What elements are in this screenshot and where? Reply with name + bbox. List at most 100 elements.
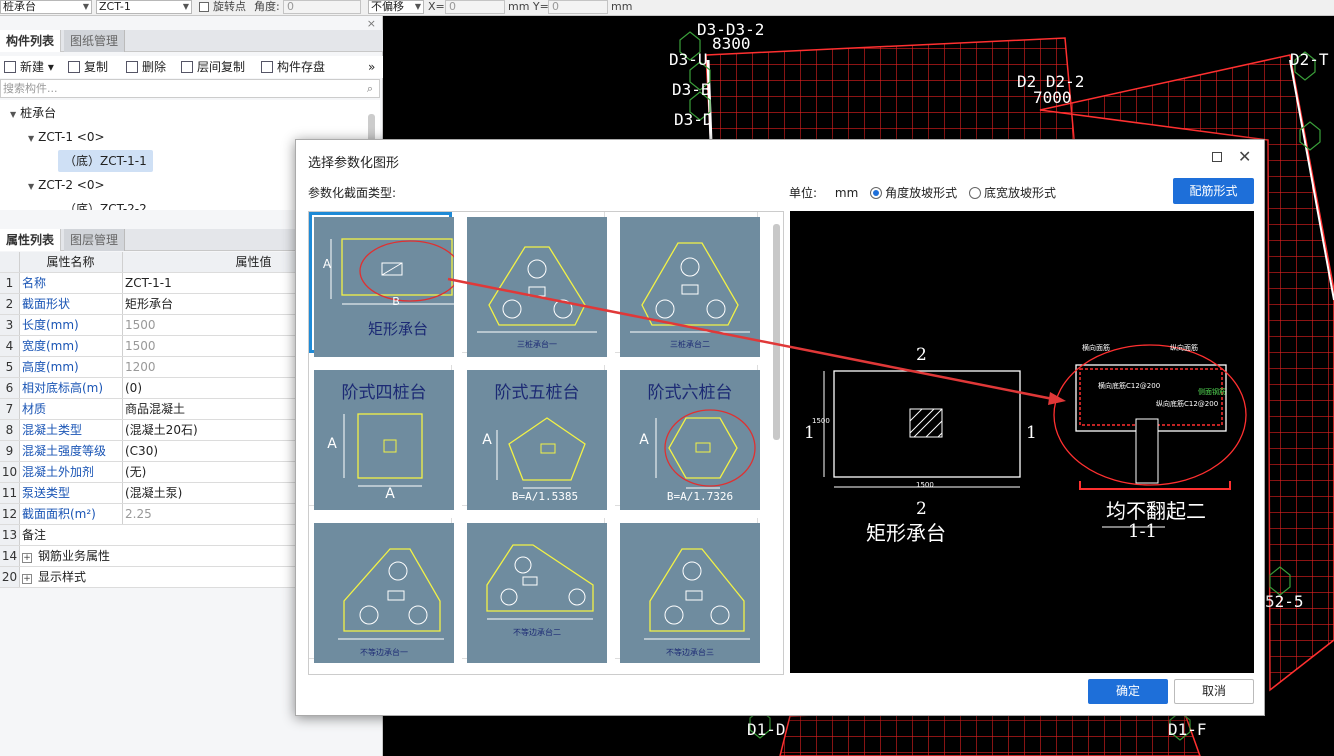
close-icon[interactable]: × xyxy=(367,17,376,30)
radio-angle-slope[interactable] xyxy=(870,187,883,199)
shape-caption: A xyxy=(385,486,395,502)
mm-label: mm xyxy=(611,0,633,13)
unit-area: 单位: mm 角度放坡形式 底宽放坡形式 xyxy=(789,184,1056,201)
angle-label: 角度: xyxy=(254,0,280,13)
close-icon[interactable]: ✕ xyxy=(1238,147,1251,166)
property-row-number: 1 xyxy=(0,273,20,293)
expand-plus-icon[interactable]: + xyxy=(22,574,32,584)
cad-label-d2t: D2-T xyxy=(1290,50,1329,69)
shape-caption: 矩形承台 xyxy=(367,320,428,338)
component-tabs: 构件列表 图纸管理 xyxy=(0,30,383,52)
cad-label-d3b: D3-B xyxy=(672,80,711,99)
copy-icon xyxy=(68,61,80,73)
cad-label-7000: 7000 xyxy=(1033,88,1072,107)
shape-caption: B=A/1.5385 xyxy=(511,490,579,503)
component-select[interactable]: ZCT-1 ▼ xyxy=(96,0,192,14)
property-name: 混凝土类型 xyxy=(22,423,83,437)
maximize-icon[interactable] xyxy=(1212,152,1222,162)
tree-node-zct1-1[interactable]: （底）ZCT-1-1 xyxy=(58,150,153,172)
shape-three-pile-1[interactable]: 三桩承台一 xyxy=(462,212,607,357)
component-search-input[interactable]: 搜索构件... ⌕ xyxy=(0,79,380,98)
dim-vertical: 1500 xyxy=(812,417,830,425)
cad-label-8300: 8300 xyxy=(712,34,751,53)
save-component-button[interactable]: 构件存盘 xyxy=(261,59,325,75)
shape-rect-cap[interactable]: A B 矩形承台 xyxy=(309,212,454,357)
angle-input[interactable]: 0 xyxy=(283,0,361,14)
new-icon xyxy=(4,61,16,73)
shape-unequal-1[interactable]: 不等边承台一 xyxy=(309,518,454,663)
property-group-label: 显示样式 xyxy=(38,570,87,584)
x-input[interactable]: 0 xyxy=(445,0,505,14)
property-name: 截面面积(m²) xyxy=(22,507,96,521)
shape-caption: 不等边承台三 xyxy=(666,648,714,657)
shape-unequal-3[interactable]: 不等边承台三 xyxy=(615,518,760,663)
expand-plus-icon[interactable]: + xyxy=(22,553,32,563)
y-input[interactable]: 0 xyxy=(548,0,608,14)
tree-node-zct2-2[interactable]: （底）ZCT-2-2 xyxy=(64,198,147,210)
tab-component-list[interactable]: 构件列表 xyxy=(0,30,62,52)
property-name: 长度(mm) xyxy=(22,318,79,332)
property-row-number: 3 xyxy=(0,315,20,335)
shape-three-pile-2[interactable]: 三桩承台二 xyxy=(615,212,760,357)
tab-drawing-management[interactable]: 图纸管理 xyxy=(64,30,126,52)
ok-button[interactable]: 确定 xyxy=(1088,679,1168,704)
rebar-form-button[interactable]: 配筋形式 xyxy=(1173,178,1254,204)
shape-step-six-pile[interactable]: 阶式六桩台 A B=A/1.7326 xyxy=(615,365,760,510)
new-button[interactable]: 新建 ▾ xyxy=(4,59,54,75)
expand-icon: ▼ xyxy=(28,134,35,143)
radio-width-slope[interactable] xyxy=(968,187,981,199)
chevron-down-icon: ▼ xyxy=(414,2,421,11)
copy-button[interactable]: 复制 xyxy=(68,59,108,75)
rotate-label: 旋转点 xyxy=(213,0,246,13)
tree-node-zct2[interactable]: ▼ ZCT-2 <0> xyxy=(28,174,105,196)
floor-copy-icon xyxy=(181,61,193,73)
more-icon[interactable]: » xyxy=(368,59,375,75)
tree-node-root[interactable]: ▼ 桩承台 xyxy=(10,102,56,124)
search-icon: ⌕ xyxy=(366,82,373,95)
cancel-button[interactable]: 取消 xyxy=(1174,679,1254,704)
property-row-number: 9 xyxy=(0,441,20,461)
section-preview: 2 2 1 1 1500 1500 矩形承台 均不翻起二 1-1 横向面筋 纵向… xyxy=(790,211,1254,673)
property-row-number: 13 xyxy=(0,525,20,545)
property-row-number: 7 xyxy=(0,399,20,419)
property-row-number: 6 xyxy=(0,378,20,398)
delete-button[interactable]: 删除 xyxy=(126,59,166,75)
type-select[interactable]: 桩承台 ▼ xyxy=(0,0,92,14)
floor-copy-button[interactable]: 层间复制 xyxy=(181,59,245,75)
property-name: 相对底标高(m) xyxy=(22,381,104,395)
section-type-label: 参数化截面类型: xyxy=(308,186,397,200)
tab-property-list[interactable]: 属性列表 xyxy=(0,229,62,251)
cad-label-d1: D1-D xyxy=(747,720,786,739)
unit-label: 单位: xyxy=(789,186,818,200)
rotate-checkbox[interactable] xyxy=(199,2,209,12)
expand-icon: ▼ xyxy=(28,182,35,191)
property-name: 宽度(mm) xyxy=(22,339,79,353)
unit-value: mm xyxy=(834,186,859,200)
rebar-label-3: 横向底筋C12@200 xyxy=(1098,382,1161,390)
tab-layer-management[interactable]: 图层管理 xyxy=(64,229,126,251)
offset-select[interactable]: 不偏移 ▼ xyxy=(368,0,424,14)
mm-y-label: mm Y= xyxy=(508,0,549,13)
dim-horizontal: 1500 xyxy=(916,481,934,489)
side-mark-right: 1 xyxy=(1026,423,1037,443)
property-name: 泵送类型 xyxy=(22,486,71,500)
side-mark-left: 1 xyxy=(804,423,815,443)
property-row-number: 10 xyxy=(0,462,20,482)
property-row-number: 4 xyxy=(0,336,20,356)
dim-a: A xyxy=(327,436,337,452)
property-row-number: 12 xyxy=(0,504,20,524)
dim-a: A xyxy=(639,432,649,448)
property-name: 混凝土强度等级 xyxy=(22,444,107,458)
tree-node-zct1[interactable]: ▼ ZCT-1 <0> xyxy=(28,126,105,148)
gallery-scrollbar[interactable] xyxy=(773,224,780,440)
property-name: 混凝土外加剂 xyxy=(22,465,95,479)
cad-label-52: 52-5 xyxy=(1265,592,1304,611)
shape-caption: 不等边承台二 xyxy=(513,628,561,637)
property-row-number: 20 xyxy=(0,567,20,587)
property-name: 备注 xyxy=(22,528,47,542)
dialog-title: 选择参数化图形 xyxy=(308,156,400,171)
shape-unequal-2[interactable]: 不等边承台二 xyxy=(462,518,607,663)
cad-label-d3u: D3-U xyxy=(669,50,708,69)
detail-caption: 均不翻起二 xyxy=(1106,499,1206,523)
component-toolbar: 新建 ▾ 复制 删除 层间复制 构件存盘 » xyxy=(0,56,383,78)
